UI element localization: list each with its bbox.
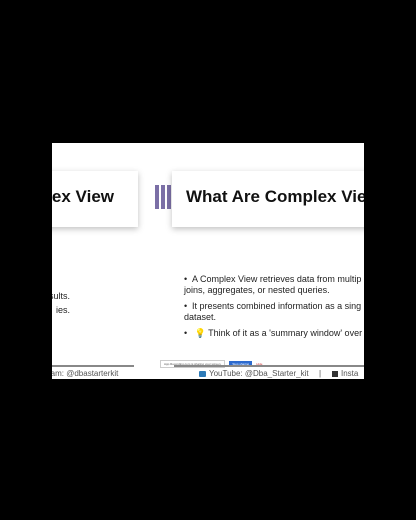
left-title-card: lex View bbox=[52, 171, 138, 227]
footer-divider-line bbox=[174, 365, 364, 367]
youtube-icon bbox=[199, 370, 206, 377]
youtube-handle: YouTube: @Dba_Starter_kit bbox=[199, 369, 309, 378]
left-bullet-line: sults. bbox=[52, 291, 70, 301]
right-title-card: What Are Complex View bbox=[172, 171, 364, 227]
footer-separator: | bbox=[319, 369, 322, 378]
footer-divider-line bbox=[52, 365, 134, 367]
right-card-title: What Are Complex View bbox=[186, 187, 364, 206]
lightbulb-icon: 💡 bbox=[194, 328, 206, 338]
bullet-item: • It presents combined information as a s… bbox=[184, 301, 362, 322]
accent-bars-icon bbox=[155, 185, 171, 209]
instagram-handle-right: Insta bbox=[332, 369, 358, 378]
left-bullet-list: sults. ies. bbox=[52, 289, 70, 317]
left-card-title: lex View bbox=[52, 187, 114, 206]
presentation-slide: lex View What Are Complex View sults. ie… bbox=[52, 143, 364, 379]
instagram-handle-left: ram: @dbastarterkit bbox=[52, 369, 119, 378]
right-bullet-list: • A Complex View retrieves data from mult… bbox=[184, 274, 364, 344]
bullet-item: • A Complex View retrieves data from mult… bbox=[184, 274, 362, 295]
left-bullet-line: ies. bbox=[55, 305, 70, 315]
footer-bar: ram: @dbastarterkit YouTube: @Dba_Starte… bbox=[52, 365, 364, 379]
bullet-item: • 💡 Think of it as a 'summary window' ov… bbox=[184, 328, 363, 338]
instagram-icon bbox=[332, 370, 338, 377]
